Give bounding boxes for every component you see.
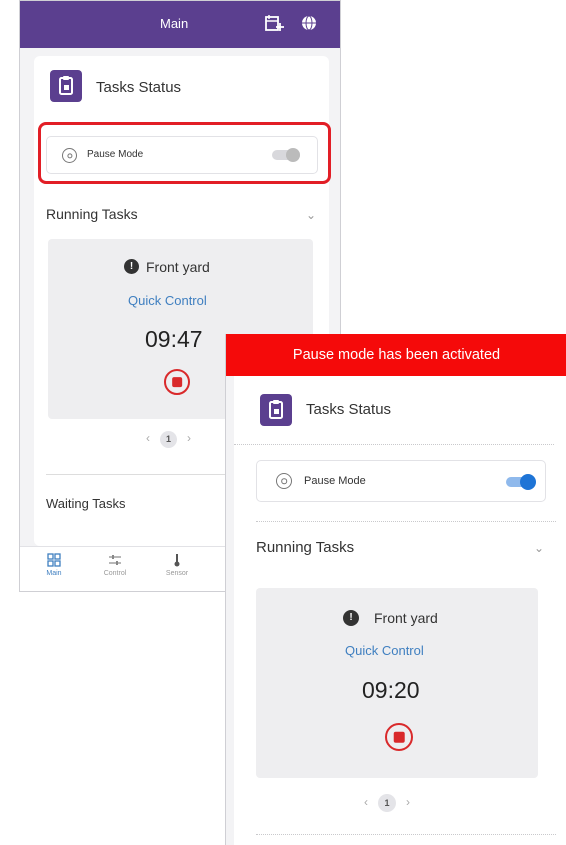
pager-page[interactable]: 1 [378,794,397,812]
nav-main-label: Main [46,570,62,577]
task-timer: 09:47 [145,326,203,352]
thermometer-icon [174,554,180,567]
grid-icon [47,553,61,567]
task-name: Front yard [374,610,438,626]
waiting-tasks-heading: Waiting Tasks [46,496,126,511]
info-icon: ! [343,610,359,626]
clipboard-icon [260,394,292,426]
chevron-down-icon[interactable]: ⌄ [534,541,544,555]
nav-control[interactable]: Control [90,553,140,577]
pause-mode-label: Pause Mode [304,475,366,487]
toggle-knob [520,474,536,490]
app-header: Main [20,1,340,48]
pager-next-icon[interactable]: › [187,431,191,445]
running-tasks-heading: Running Tasks [46,206,138,222]
pager-prev-icon[interactable]: ‹ [364,795,368,809]
stop-button[interactable] [385,723,413,751]
main-screen-after: Pause mode has been activated Tasks Stat… [225,334,566,845]
running-task-card: ! Front yard Quick Control 09:20 [256,588,538,778]
nav-control-label: Control [103,570,127,577]
panel-title: Tasks Status [96,79,182,96]
pause-divider [256,521,556,522]
pause-activated-banner: Pause mode has been activated [226,334,566,376]
chevron-down-icon[interactable]: ⌄ [306,208,316,222]
globe-icon[interactable] [301,15,317,31]
header-divider [234,444,554,445]
quick-control-link[interactable]: Quick Control [345,643,424,658]
pause-circle-icon [276,473,292,489]
bottom-divider [256,834,556,835]
clipboard-icon [50,70,82,102]
pause-mode-toggle[interactable] [506,474,536,490]
nav-sensor[interactable]: Sensor [152,553,202,577]
pager-prev-icon[interactable]: ‹ [146,431,150,445]
pause-mode-highlight [38,122,331,184]
info-icon: ! [124,259,139,274]
task-pager: ‹ 1 › [146,431,191,448]
sliders-icon [109,555,121,565]
nav-sensor-label: Sensor [165,570,189,577]
task-pager: ‹ 1 › [364,794,410,812]
stop-button[interactable] [164,369,190,395]
panel-title: Tasks Status [306,401,392,418]
task-timer: 09:20 [362,677,420,703]
page-title: Main [160,16,189,31]
pager-page[interactable]: 1 [160,431,178,448]
pager-next-icon[interactable]: › [406,795,410,809]
task-name: Front yard [146,259,210,275]
quick-control-link[interactable]: Quick Control [128,293,207,308]
add-schedule-icon[interactable] [264,13,284,33]
tasks-status-card: Tasks Status Pause Mode Running Tasks ⌄ … [234,376,566,845]
nav-main[interactable]: Main [29,553,79,577]
pause-mode-row[interactable]: Pause Mode [256,460,546,502]
running-tasks-heading: Running Tasks [256,539,355,556]
